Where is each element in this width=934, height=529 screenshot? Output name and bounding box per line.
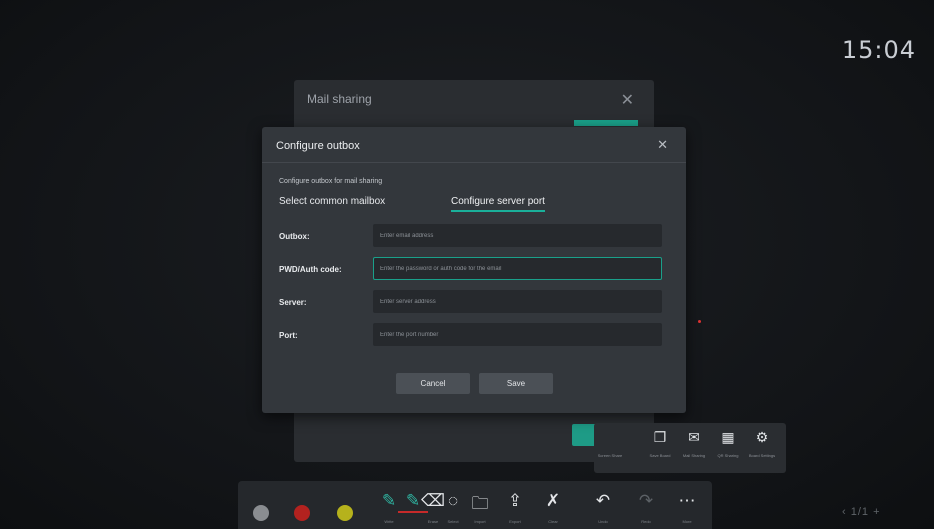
outbox-label: Outbox: <box>279 232 310 241</box>
undo-icon: ↶ <box>595 491 611 510</box>
tool-label: More <box>682 519 692 524</box>
color-gray-button[interactable] <box>253 505 269 521</box>
save-board-button[interactable]: ❐ Save Board <box>644 429 676 458</box>
qr-sharing-button[interactable]: ▦ QR Sharing <box>712 429 744 458</box>
tool-label: Clear <box>548 519 558 524</box>
tool-label: Export <box>509 519 521 524</box>
dialog-description: Configure outbox for mail sharing <box>279 178 383 185</box>
gear-icon: ⚙ <box>755 429 769 445</box>
tool-label: Select <box>447 519 459 524</box>
import-tool[interactable]: 🗀 Import <box>465 491 495 524</box>
tab-select-common-mailbox[interactable]: Select common mailbox <box>279 196 385 207</box>
undo-tool[interactable]: ↶ Undo <box>588 491 618 524</box>
page-number: 1/1 <box>850 506 870 518</box>
mail-sharing-title: Mail sharing <box>307 92 372 106</box>
mini-label: Board Settings <box>748 453 776 458</box>
screen-share-button[interactable]: Screen Share <box>594 429 626 458</box>
outbox-input[interactable] <box>373 224 662 247</box>
port-input[interactable] <box>373 323 662 346</box>
dialog-header: Configure outbox ✕ <box>262 127 686 163</box>
tool-label: Redo <box>641 519 651 524</box>
page-indicator[interactable]: ‹ 1/1 + <box>842 506 881 518</box>
close-icon[interactable]: ✕ <box>621 90 634 110</box>
configure-outbox-dialog: Configure outbox ✕ Configure outbox for … <box>262 127 686 413</box>
save-button[interactable]: Save <box>479 373 553 394</box>
add-page-icon[interactable]: + <box>869 506 880 518</box>
ink-dot <box>698 320 701 323</box>
dialog-title: Configure outbox <box>276 140 360 152</box>
pwd-auth-input[interactable] <box>373 257 662 280</box>
cancel-button[interactable]: Cancel <box>396 373 470 394</box>
mail-config-button[interactable] <box>574 120 638 126</box>
mail-icon: ✉ <box>688 429 700 445</box>
qr-code-icon: ▦ <box>721 429 735 445</box>
export-icon: ⇪ <box>507 491 523 510</box>
mini-label: QR Sharing <box>717 453 739 458</box>
file-icon: 🗀 <box>471 494 489 513</box>
color-yellow-button[interactable] <box>337 505 353 521</box>
redo-icon: ↷ <box>638 491 654 510</box>
more-tool[interactable]: ⋯ More <box>672 491 702 524</box>
clock: 15:04 <box>841 36 916 64</box>
copy-icon: ❐ <box>653 429 667 445</box>
export-tool[interactable]: ⇪ Export <box>500 491 530 524</box>
mini-label: Screen Share <box>597 453 623 458</box>
prev-page-icon[interactable]: ‹ <box>842 506 851 518</box>
lasso-tool[interactable]: ◌ Select <box>438 491 468 524</box>
clear-tool[interactable]: ✗ Clear <box>538 491 568 524</box>
board-settings-button[interactable]: ⚙ Board Settings <box>746 429 778 458</box>
tab-configure-server-port[interactable]: Configure server port <box>451 196 545 212</box>
tool-label: Import <box>474 519 486 524</box>
port-label: Port: <box>279 331 298 340</box>
share-toolbar: Screen Share ❐ Save Board ✉ Mail Sharing… <box>594 423 786 473</box>
pwd-auth-label: PWD/Auth code: <box>279 265 342 274</box>
server-input[interactable] <box>373 290 662 313</box>
tool-label: Undo <box>598 519 608 524</box>
mini-label: Mail Sharing <box>682 453 706 458</box>
color-red-button[interactable] <box>294 505 310 521</box>
bottom-toolbar: ✎ Write ✎ ⌫ Erase ◌ Select 🗀 Import ⇪ Ex… <box>238 481 712 529</box>
lasso-icon: ◌ <box>447 491 459 510</box>
redo-tool[interactable]: ↷ Redo <box>631 491 661 524</box>
mail-sharing-button[interactable]: ✉ Mail Sharing <box>678 429 710 458</box>
close-icon[interactable]: ✕ <box>657 137 668 153</box>
more-icon: ⋯ <box>678 491 696 510</box>
mini-label: Save Board <box>649 453 671 458</box>
clear-icon: ✗ <box>545 491 561 510</box>
server-label: Server: <box>279 298 307 307</box>
screen-icon <box>594 429 626 447</box>
tool-label: Write <box>384 519 394 524</box>
